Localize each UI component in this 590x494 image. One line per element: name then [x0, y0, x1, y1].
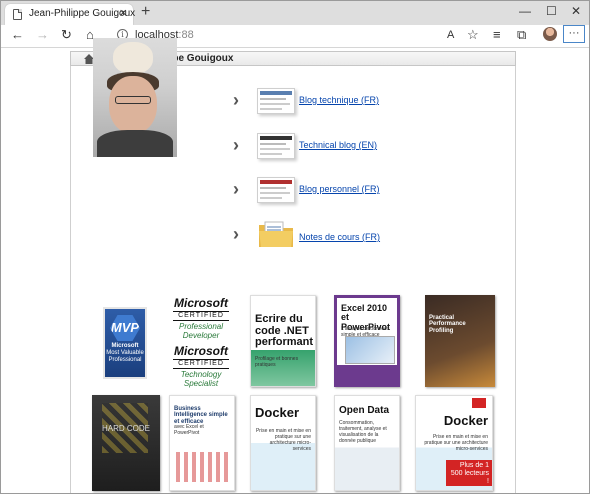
- settings-menu-button[interactable]: ···: [563, 25, 585, 43]
- blog-thumbnail: [257, 133, 295, 159]
- book-title: Business Intelligence simple et efficace: [174, 406, 228, 425]
- book-title: Docker: [443, 413, 488, 428]
- book-cover-panel: Excel 2010 et PowerPivot L'analyse de do…: [337, 298, 397, 365]
- teddy-bear: [113, 42, 153, 74]
- book-title: Docker: [255, 405, 300, 420]
- chevron-right-icon: ›: [233, 179, 239, 199]
- link-technical-blog[interactable]: Technical blog (EN): [299, 140, 377, 150]
- book-title: Ecrire du code .NET performant: [255, 313, 314, 349]
- mvp-badge: MVP Microsoft Most Valuable Professional: [103, 307, 147, 379]
- book-cover-hard-code[interactable]: HARD CODE: [92, 395, 160, 491]
- minimize-icon[interactable]: —: [519, 4, 531, 18]
- book-cover-open-data[interactable]: Open Data Consommation, traitement, anal…: [334, 395, 400, 491]
- book-cover-performance-profiling[interactable]: Practical Performance Profiling: [425, 295, 495, 387]
- mcp-brand: Microsoft: [174, 344, 228, 358]
- glasses: [115, 96, 151, 104]
- mvp-line2: Professional: [108, 357, 142, 363]
- browser-tab[interactable]: Jean-Philippe Gouigoux ×: [5, 4, 135, 25]
- address-port: :88: [178, 29, 194, 41]
- book-cover-docker-2[interactable]: Docker Prise en main et mise en pratique…: [415, 395, 493, 491]
- collections-icon[interactable]: ⧉: [517, 27, 526, 43]
- page-icon: [13, 9, 22, 20]
- mcp-role: Technology: [180, 370, 222, 379]
- book-cover-excel-powerpivot[interactable]: Excel 2010 et PowerPivot L'analyse de do…: [334, 295, 400, 387]
- shirt: [97, 130, 173, 157]
- mcp-brand: Microsoft: [174, 296, 228, 310]
- mvp-line1: Most Valuable: [106, 350, 144, 356]
- profile-photo: [93, 38, 177, 157]
- book-title: Open Data: [339, 405, 390, 416]
- tab-strip: Jean-Philippe Gouigoux × + — ☐ ✕: [1, 1, 589, 25]
- profile-avatar[interactable]: [543, 27, 557, 41]
- book-cover-art: [176, 452, 228, 482]
- back-icon[interactable]: ←: [11, 27, 24, 43]
- chevron-right-icon: ›: [233, 90, 239, 110]
- navigation-bar: ← → ↻ ⌂ i localhost:88 A ☆ ≡ ⧉: [1, 25, 589, 48]
- publisher-tag: [472, 398, 486, 408]
- blog-thumbnail: [257, 88, 295, 114]
- browser-window: Jean-Philippe Gouigoux × + — ☐ ✕ ← → ↻ ⌂…: [0, 0, 590, 494]
- book-subtitle: avec Excel et PowerPivot: [174, 424, 204, 436]
- read-aloud-icon[interactable]: A: [447, 27, 454, 43]
- mcp-cert: CERTIFIED: [173, 359, 229, 369]
- book-subtitle: Consommation, traitement, analyse et vis…: [339, 420, 387, 444]
- book-title: Practical Performance Profiling: [429, 315, 466, 334]
- book-cover-dotnet-performant[interactable]: Ecrire du code .NET performant Profilage…: [250, 295, 316, 387]
- book-title: HARD CODE: [101, 424, 150, 433]
- maximize-icon[interactable]: ☐: [546, 4, 557, 18]
- chevron-right-icon: ›: [233, 135, 239, 155]
- book-cover-business-intelligence[interactable]: Business Intelligence simple et efficace…: [169, 395, 235, 491]
- forward-icon[interactable]: →: [36, 27, 49, 43]
- new-tab-icon[interactable]: +: [141, 3, 150, 21]
- close-window-icon[interactable]: ✕: [571, 4, 581, 18]
- mcp-role: Professional: [178, 322, 224, 331]
- mvp-brand: Microsoft: [111, 343, 139, 349]
- book-subtitle: Prise en main et mise en pratique sur un…: [255, 428, 311, 452]
- book-screenshot: [345, 336, 395, 364]
- mcp-role: Specialist: [183, 379, 219, 388]
- favorite-star-icon[interactable]: ☆: [467, 27, 479, 43]
- folder-icon: [259, 221, 293, 247]
- blog-thumbnail: [257, 177, 295, 203]
- face: [109, 76, 157, 134]
- favorites-list-icon[interactable]: ≡: [493, 27, 501, 43]
- chevron-right-icon: ›: [233, 224, 239, 244]
- readers-ribbon: Plus de 1 500 lecteurs !: [446, 460, 492, 486]
- mcp-developer-badge: Microsoft CERTIFIED Professional Develop…: [169, 296, 233, 340]
- mcp-role: Developer: [182, 331, 220, 340]
- mcp-cert: CERTIFIED: [173, 311, 229, 321]
- mvp-logo: MVP: [110, 315, 140, 341]
- link-blog-personnel[interactable]: Blog personnel (FR): [299, 184, 380, 194]
- link-notes-de-cours[interactable]: Notes de cours (FR): [299, 232, 380, 242]
- book-subtitle: Prise en main et mise en pratique sur un…: [424, 434, 488, 452]
- book-cover-docker[interactable]: Docker Prise en main et mise en pratique…: [250, 395, 316, 491]
- link-blog-technique[interactable]: Blog technique (FR): [299, 95, 379, 105]
- mcp-specialist-badge: Microsoft CERTIFIED Technology Specialis…: [169, 344, 233, 388]
- book-subtitle: Profilage et bonnes pratiques: [255, 356, 299, 368]
- close-tab-icon[interactable]: ×: [119, 6, 127, 20]
- refresh-icon[interactable]: ↻: [61, 27, 72, 43]
